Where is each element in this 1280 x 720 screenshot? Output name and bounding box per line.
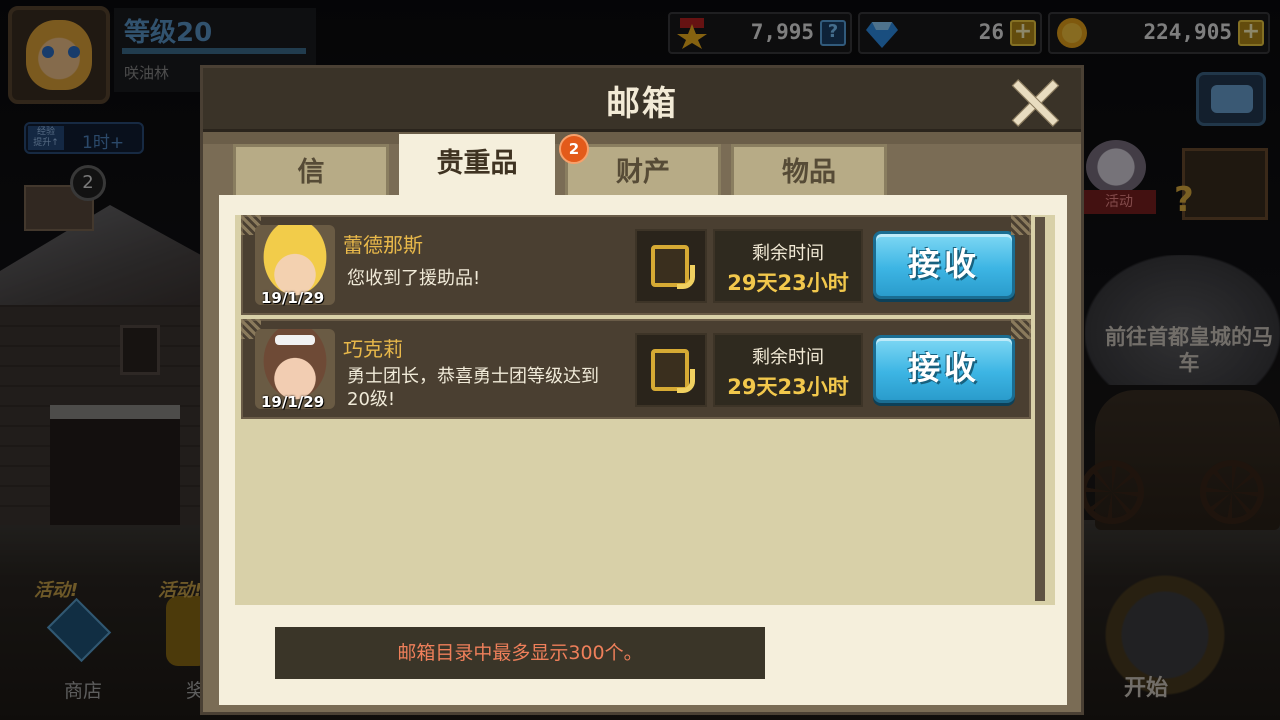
mail-list-scrollbar[interactable] (1035, 217, 1045, 601)
portrait-cap (275, 335, 315, 345)
remaining-time-value: 29天23小时 (727, 375, 849, 399)
tab-valuables-badge: 2 (559, 134, 589, 164)
dialog-title: 邮箱 (606, 84, 678, 124)
mail-message: 您收到了援助品! (347, 268, 481, 289)
remaining-time-label: 剩余时间 (752, 243, 824, 264)
dialog-header: 邮箱 (203, 68, 1081, 132)
mail-list[interactable]: 19/1/29 蕾德那斯 您收到了援助品! 剩余时间 29天23小时 接收 19… (235, 215, 1055, 605)
mail-item: 19/1/29 蕾德那斯 您收到了援助品! 剩余时间 29天23小时 接收 (241, 215, 1031, 315)
attachment-scroll-icon (635, 333, 707, 407)
mail-message: 勇士团长，恭喜勇士团等级达到20级! (347, 366, 599, 410)
close-icon[interactable] (1009, 76, 1059, 126)
attachment-scroll-icon (635, 229, 707, 303)
sender-name: 巧克莉 (343, 337, 403, 361)
mail-date: 19/1/29 (261, 289, 325, 307)
mail-panel: 19/1/29 蕾德那斯 您收到了援助品! 剩余时间 29天23小时 接收 19… (219, 195, 1067, 705)
receive-button[interactable]: 接收 (873, 335, 1015, 403)
scroll-tail (677, 369, 695, 393)
receive-button[interactable]: 接收 (873, 231, 1015, 299)
tab-valuables[interactable]: 贵重品 (399, 134, 555, 196)
dialog-divider (203, 132, 1081, 144)
remaining-time-box: 剩余时间 29天23小时 (713, 229, 863, 303)
sender-name: 蕾德那斯 (343, 233, 423, 257)
scroll-tail (677, 265, 695, 289)
mailbox-limit-note: 邮箱目录中最多显示300个。 (275, 627, 765, 679)
tab-letters[interactable]: 信 (233, 144, 389, 196)
mailbox-dialog: 邮箱 信 贵重品 财产 物品 2 19/1/29 蕾德那斯 您收到了援助品! 剩… (200, 65, 1084, 715)
remaining-time-box: 剩余时间 29天23小时 (713, 333, 863, 407)
remaining-time-label: 剩余时间 (752, 347, 824, 368)
tab-items[interactable]: 物品 (731, 144, 887, 196)
mail-item: 19/1/29 巧克莉 勇士团长，恭喜勇士团等级达到20级! 剩余时间 29天2… (241, 319, 1031, 419)
remaining-time-value: 29天23小时 (727, 271, 849, 295)
mail-date: 19/1/29 (261, 393, 325, 411)
